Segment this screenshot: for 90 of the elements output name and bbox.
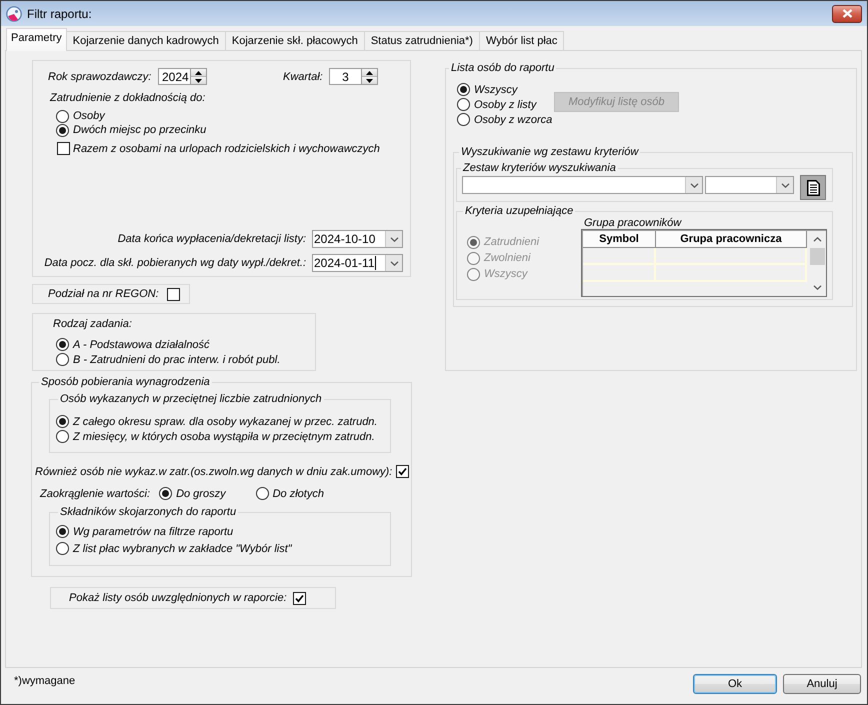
dropdown-button[interactable] xyxy=(685,177,702,193)
section-label: Zatrudnienie z dokładnością do: xyxy=(50,92,206,104)
radio-button[interactable] xyxy=(159,487,172,500)
chevron-down-icon xyxy=(690,182,698,188)
spin-down-button[interactable] xyxy=(362,77,377,84)
radio-button[interactable] xyxy=(56,338,69,351)
date-field[interactable]: 2024-10-10 xyxy=(312,230,403,248)
checkmark-icon xyxy=(398,467,408,476)
radio-label[interactable]: Osoby z wzorca xyxy=(474,114,552,126)
spin-field[interactable]: 3 xyxy=(329,68,362,85)
radio-label[interactable]: Osoby z listy xyxy=(474,98,536,110)
radio-button[interactable] xyxy=(457,113,470,126)
radio-button[interactable] xyxy=(56,353,69,366)
radio-label[interactable]: A - Podstawowa działalność xyxy=(73,338,210,350)
group-title: Sposób pobierania wynagrodzenia xyxy=(40,376,211,388)
field-label: Zaokrąglenie wartości: xyxy=(40,488,150,500)
dropdown-button[interactable] xyxy=(385,255,402,271)
radio-button[interactable] xyxy=(256,487,269,500)
radio-label[interactable]: Wszyscy xyxy=(474,84,518,96)
spin-up-button[interactable] xyxy=(191,69,206,77)
checkbox-label[interactable]: Pokaż listy osób uwzględnionych w raporcie: xyxy=(69,592,287,604)
down-triangle-icon xyxy=(366,78,373,82)
footnote-text: *)wymagane xyxy=(14,675,76,687)
checkbox-label[interactable]: Podział na nr REGON: xyxy=(48,288,159,300)
scroll-thumb[interactable] xyxy=(810,248,825,265)
radio-button[interactable] xyxy=(56,430,69,443)
group-title: Lista osób do raportu xyxy=(450,62,556,74)
checkbox[interactable] xyxy=(166,288,180,300)
field-label: Data końca wypłacenia/dekretacji listy: xyxy=(118,233,306,245)
radio-label[interactable]: Do groszy xyxy=(176,488,226,500)
up-triangle-icon xyxy=(366,70,373,74)
radio-button[interactable] xyxy=(56,124,69,136)
tab[interactable]: Parametry xyxy=(6,28,67,51)
group-title: Osób wykazanych w przeciętnej liczbie zatrudnionych xyxy=(59,393,323,405)
checkbox[interactable] xyxy=(57,142,70,155)
radio-label[interactable]: Osoby xyxy=(73,110,105,122)
close-icon xyxy=(842,9,852,18)
checkbox[interactable] xyxy=(292,592,306,604)
radio-button[interactable] xyxy=(457,83,470,96)
column-header: Grupa pracownicza xyxy=(656,231,807,248)
window-title: Filtr raportu: xyxy=(27,6,92,20)
radio-button[interactable] xyxy=(56,110,69,122)
combo-box[interactable] xyxy=(462,176,703,194)
dropdown-button[interactable] xyxy=(385,231,402,247)
group-title: Zestaw kryteriów wyszukiwania xyxy=(462,162,617,174)
radio-label[interactable]: Z list płac wybranych w zakładce "Wybór list" xyxy=(73,542,292,554)
dropdown-button[interactable] xyxy=(776,177,793,193)
section-label: Rodzaj zadania: xyxy=(53,318,132,330)
group-title: Kryteria uzupełniające xyxy=(464,205,574,217)
column-header: Symbol xyxy=(583,231,656,248)
text-cursor xyxy=(374,256,376,270)
down-triangle-icon xyxy=(195,78,202,82)
table-title: Grupa pracowników xyxy=(584,217,682,229)
tab[interactable]: Wybór list płac xyxy=(478,31,564,50)
checkbox[interactable] xyxy=(396,465,410,478)
group-title: Składników skojarzonych do raportu xyxy=(59,506,238,518)
combo-box[interactable] xyxy=(705,176,794,194)
chevron-down-icon xyxy=(780,182,790,188)
checkbox-label[interactable]: Również osób nie wykaz.w zatr.(os.zwoln.wg danych w dniu zak.umowy): xyxy=(35,466,392,478)
app-icon xyxy=(6,6,22,22)
group-title: Wyszukiwanie wg zestawu kryteriów xyxy=(460,146,640,158)
radio-label[interactable]: B - Zatrudnieni do prac interw. i robót publ. xyxy=(73,354,280,366)
field-label: Rok sprawozdawczy: xyxy=(48,70,152,82)
radio-button[interactable] xyxy=(56,525,69,538)
checkmark-icon xyxy=(294,594,304,602)
close-button[interactable] xyxy=(832,4,862,22)
radio-button[interactable] xyxy=(457,98,470,111)
field-label: Data pocz. dla skł. pobieranych wg daty wypł./dekret.: xyxy=(44,257,306,269)
radio-button[interactable] xyxy=(56,415,69,428)
dialog-button[interactable]: Anuluj xyxy=(783,674,861,694)
chevron-down-icon xyxy=(390,260,398,266)
radio-label[interactable]: Wg parametrów na filtrze raportu xyxy=(73,526,234,538)
spin-up-button[interactable] xyxy=(362,69,377,77)
document-icon xyxy=(806,180,820,196)
dialog-button[interactable]: Ok xyxy=(693,674,777,694)
up-triangle-icon xyxy=(195,70,202,74)
spin-down-button[interactable] xyxy=(191,77,206,84)
radio-button[interactable] xyxy=(56,542,69,555)
chevron-down-icon xyxy=(390,236,398,242)
spin-field[interactable]: 2024 xyxy=(158,68,191,85)
date-field[interactable]: 2024-01-11 xyxy=(312,254,403,272)
radio-label[interactable]: Z całego okresu spraw. dla osoby wykazanej w przec. zatrudn. xyxy=(73,416,378,428)
criteria-button[interactable] xyxy=(800,175,826,200)
chevron-down-icon xyxy=(813,285,822,290)
radio-label[interactable]: Z miesięcy, w których osoba wystąpiła w przeciętnym zatrudn. xyxy=(73,430,375,442)
field-label: Kwartał: xyxy=(283,70,323,82)
checkbox-label[interactable]: Razem z osobami na urlopach rodzicielskich i wychowawczych xyxy=(73,142,380,154)
radio-label[interactable]: Dwóch miejsc po przecinku xyxy=(73,124,206,136)
radio-label[interactable]: Do złotych xyxy=(272,488,324,500)
chevron-up-icon xyxy=(813,237,822,242)
